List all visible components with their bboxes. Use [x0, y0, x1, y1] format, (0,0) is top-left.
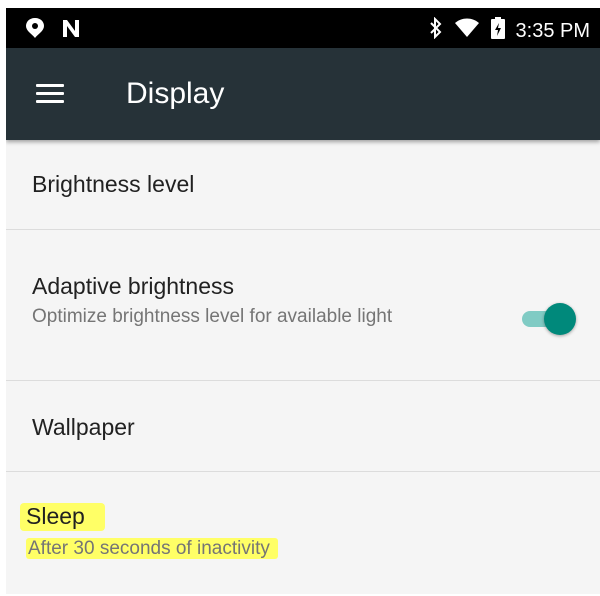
adaptive-brightness-toggle[interactable] — [520, 302, 578, 336]
sleep-summary-container: After 30 seconds of inactivity — [26, 536, 278, 562]
device-screen: 3:35 PM Display Brightness level Adaptiv… — [6, 8, 600, 594]
toggle-thumb — [544, 303, 576, 335]
sleep-summary: After 30 seconds of inactivity — [26, 538, 278, 559]
settings-list: Brightness level Adaptive brightness Opt… — [6, 140, 600, 582]
status-time: 3:35 PM — [515, 19, 590, 42]
battery-icon — [490, 16, 506, 45]
adaptive-brightness-item[interactable]: Adaptive brightness Optimize brightness … — [6, 230, 600, 381]
status-bar: 3:35 PM — [6, 8, 600, 48]
status-left-icons — [24, 17, 82, 44]
n-notification-icon — [60, 17, 82, 44]
app-bar: Display — [6, 48, 600, 140]
brightness-level-title: Brightness level — [32, 171, 195, 197]
adaptive-brightness-title: Adaptive brightness — [32, 273, 235, 299]
bluetooth-icon — [428, 16, 444, 44]
sleep-title: Sleep — [20, 503, 105, 531]
wallpaper-title: Wallpaper — [32, 414, 135, 440]
hamburger-menu-icon[interactable] — [32, 78, 68, 110]
wallpaper-item[interactable]: Wallpaper — [6, 381, 600, 472]
brightness-level-item[interactable]: Brightness level — [6, 140, 600, 230]
location-pin-icon — [24, 17, 46, 44]
sleep-item[interactable]: Sleep After 30 seconds of inactivity — [6, 472, 600, 582]
wifi-icon — [454, 17, 480, 44]
sleep-title-container: Sleep — [20, 502, 105, 531]
adaptive-brightness-summary: Optimize brightness level for available … — [32, 306, 393, 327]
page-title: Display — [126, 77, 225, 110]
status-right-icons: 3:35 PM — [428, 16, 590, 45]
